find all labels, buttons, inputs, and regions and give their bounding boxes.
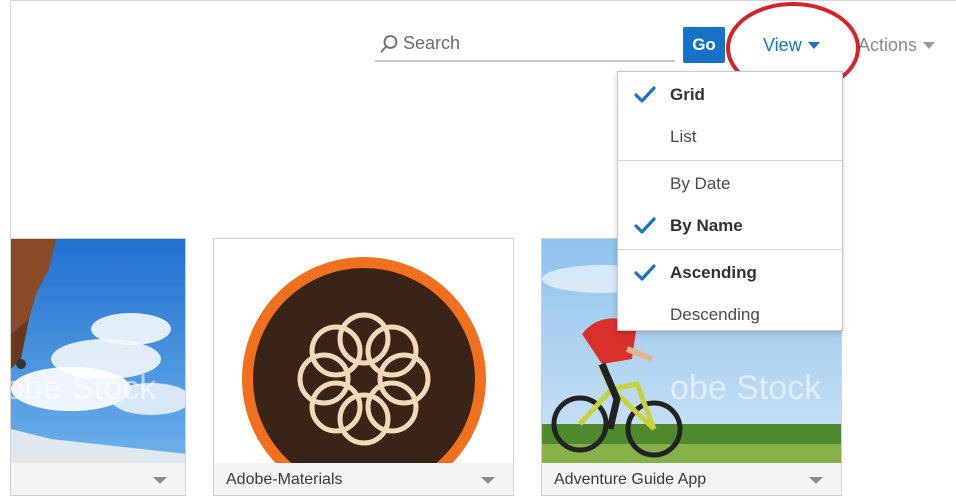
card-footer (11, 463, 185, 495)
view-dropdown-menu: Grid List By Date By Name Ascending Desc… (617, 71, 843, 331)
card-footer: Adventure Guide App (542, 463, 841, 495)
adobe-experience-manager-logo (242, 257, 486, 463)
go-button[interactable]: Go (683, 27, 725, 63)
menu-group-layout: Grid List (618, 72, 842, 161)
search-input[interactable] (403, 28, 663, 58)
menu-item-by-date[interactable]: By Date (618, 163, 842, 205)
menu-item-label: By Name (670, 216, 743, 235)
menu-item-label: Descending (670, 305, 760, 324)
card-footer: Adobe-Materials (214, 463, 513, 495)
chevron-down-icon[interactable] (809, 477, 823, 484)
card-watermark: obe Stock (11, 369, 157, 407)
menu-item-label: Grid (670, 85, 705, 104)
card-title: Adventure Guide App (554, 471, 707, 488)
card-title: Adobe-Materials (226, 471, 343, 488)
check-icon (634, 86, 656, 103)
actions-label: Actions (858, 34, 918, 55)
menu-item-by-name[interactable]: By Name (618, 205, 842, 247)
check-icon (634, 264, 656, 281)
menu-item-descending[interactable]: Descending (618, 294, 842, 336)
menu-group-sort-by: By Date By Name (618, 161, 842, 250)
view-label: View (763, 34, 802, 55)
card-thumbnail-image (11, 239, 185, 463)
chevron-down-icon[interactable] (481, 477, 495, 484)
card-thumbnail (214, 239, 513, 463)
menu-item-ascending[interactable]: Ascending (618, 252, 842, 294)
menu-group-order: Ascending Descending (618, 250, 842, 338)
search-icon (380, 35, 398, 53)
search-box[interactable] (375, 26, 675, 62)
card-thumbnail: obe Stock (11, 239, 185, 463)
asset-card[interactable]: Adobe-Materials (213, 238, 514, 496)
menu-item-label: List (670, 127, 697, 146)
menu-item-label: Ascending (670, 263, 757, 282)
menu-item-grid[interactable]: Grid (618, 74, 842, 116)
card-watermark: obe Stock (670, 369, 822, 407)
check-icon (634, 217, 656, 234)
menu-item-list[interactable]: List (618, 116, 842, 158)
chevron-down-icon (807, 41, 820, 49)
actions-button[interactable]: Actions (858, 30, 936, 60)
asset-card[interactable]: obe Stock (10, 238, 186, 496)
chevron-down-icon[interactable] (153, 477, 167, 484)
chevron-down-icon (923, 41, 936, 49)
view-button[interactable]: View (763, 30, 820, 60)
menu-item-label: By Date (670, 174, 731, 193)
